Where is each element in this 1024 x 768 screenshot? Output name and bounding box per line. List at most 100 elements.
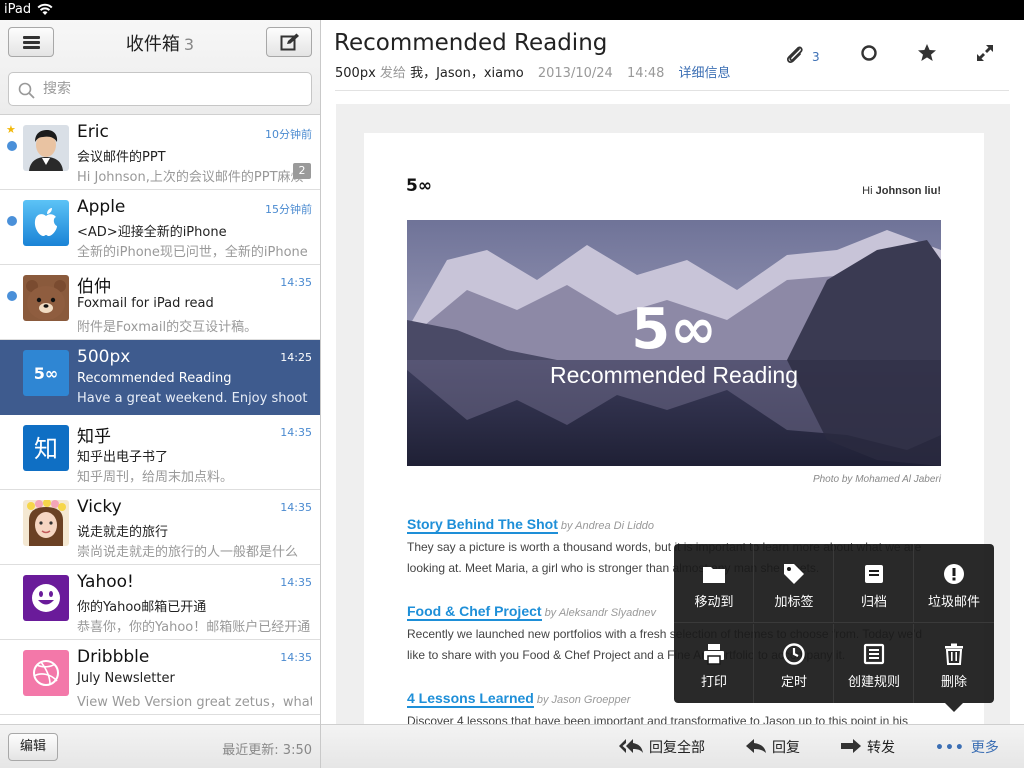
reply-all-icon [619, 739, 643, 753]
story-title-link[interactable]: 4 Lessons Learned [407, 691, 534, 708]
expand-icon[interactable] [975, 43, 995, 63]
menu-item-label: 垃圾邮件 [927, 595, 980, 610]
unread-toggle-icon[interactable] [859, 43, 879, 63]
avatar: 知 [23, 425, 69, 471]
avatar [23, 125, 69, 171]
header-divider [335, 90, 1009, 91]
email-time: 14:48 [626, 66, 665, 81]
story-title-link[interactable]: Food & Chef Project [407, 604, 542, 621]
more-icon: ••• [935, 740, 965, 756]
story-body: Discover 4 lessons that have been import… [407, 714, 908, 724]
compose-icon [280, 33, 299, 51]
mailbox-footer: 编辑 最近更新: 3:50 [0, 724, 320, 768]
message-row-vicky[interactable]: Vicky 14:35 说走就走的旅行 崇尚说走就走的旅行的人一般都是什么 [0, 490, 320, 565]
edit-button[interactable]: 编辑 [8, 733, 58, 761]
story-author: by Aleksandr Slyadnev [544, 607, 657, 619]
menu-item-label: 创建规则 [847, 675, 900, 690]
message-row-yahoo[interactable]: Yahoo! 14:35 你的Yahoo邮箱已开通 恭喜你，你的Yahoo！邮箱… [0, 565, 320, 640]
mailbox-header: 收件箱 3 [0, 20, 320, 115]
star-icon[interactable] [917, 43, 937, 63]
menu-item-create-rule[interactable]: 创建规则 [834, 624, 914, 703]
message-from: Apple [77, 197, 126, 217]
message-row-bozhong[interactable]: 伯仲 14:35 Foxmail for iPad read 附件是Foxmai… [0, 265, 320, 340]
reply-all-button[interactable]: 回复全部 [619, 737, 705, 757]
more-label: 更多 [970, 740, 999, 756]
message-row-dribbble[interactable]: Dribbble 14:35 July Newsletter View Web … [0, 640, 320, 715]
message-row-500px[interactable]: 5∞ 500px 14:25 Recommended Reading Have … [0, 340, 320, 415]
sent-to-label: 发给 [379, 66, 406, 81]
message-row-eric[interactable]: ★ Eric 10分钟前 会议邮件的PPT Hi Johnson,上次的会议邮件… [0, 115, 320, 190]
trash-icon [945, 643, 963, 665]
message-time: 10分钟前 [265, 128, 312, 141]
archive-icon [865, 565, 883, 583]
message-time: 14:35 [280, 426, 312, 439]
attachment-icon[interactable] [784, 43, 806, 65]
story-author: by Jason Groepper [536, 694, 631, 706]
message-preview: 附件是Foxmail的交互设计稿。 [77, 320, 258, 335]
message-subject: Recommended Reading [77, 371, 232, 386]
message-preview: 全新的iPhone现已问世，全新的iPhone [77, 245, 308, 260]
email-date: 2013/10/24 [537, 66, 613, 81]
greeting-name: Johnson liu! [875, 185, 941, 197]
wifi-icon [37, 3, 53, 15]
hero-image[interactable]: 5∞ Recommended Reading [407, 220, 941, 466]
message-from: 500px [77, 347, 131, 367]
hero-title: Recommended Reading [549, 362, 799, 388]
avatar: 5∞ [23, 350, 69, 396]
message-time: 14:35 [280, 576, 312, 589]
menu-item-print[interactable]: 打印 [674, 624, 754, 703]
attachment-count[interactable]: 3 [812, 50, 820, 64]
reply-button[interactable]: 回复 [746, 737, 800, 757]
svg-text:知: 知 [34, 435, 58, 463]
star-icon[interactable]: ★ [6, 123, 16, 136]
message-row-apple[interactable]: Apple 15分钟前 <AD>迎接全新的iPhone 全新的iPhone现已问… [0, 190, 320, 265]
inbox-label: 收件箱 [125, 34, 180, 55]
email-recipients[interactable]: 我，Jason，xiamo [410, 66, 524, 81]
unread-dot [7, 141, 17, 151]
thread-count-badge: 2 [293, 163, 311, 179]
menu-item-spam[interactable]: 垃圾邮件 [914, 544, 994, 623]
message-list: ★ Eric 10分钟前 会议邮件的PPT Hi Johnson,上次的会议邮件… [0, 115, 320, 725]
avatar [23, 500, 69, 546]
message-time: 14:35 [280, 276, 312, 289]
status-bar: iPad [0, 0, 1024, 20]
message-from: Vicky [77, 497, 122, 517]
menu-item-schedule[interactable]: 定时 [754, 624, 834, 703]
message-subject: <AD>迎接全新的iPhone [77, 225, 227, 240]
email-sender[interactable]: 500px [335, 66, 376, 81]
compose-button[interactable] [266, 27, 312, 57]
reply-icon [746, 739, 766, 753]
search-field[interactable] [8, 72, 312, 106]
greeting-prefix: Hi [862, 185, 876, 197]
message-from: 伯仲 [77, 277, 111, 297]
search-icon [18, 82, 35, 99]
menu-item-archive[interactable]: 归档 [834, 544, 914, 623]
message-subject: 说走就走的旅行 [77, 525, 169, 540]
forward-button[interactable]: 转发 [841, 737, 895, 757]
message-row-zhihu[interactable]: 知 知乎 14:35 知乎出电子书了 知乎周刊，给周末加点料。 [0, 415, 320, 490]
message-time: 14:35 [280, 651, 312, 664]
clock-icon [783, 643, 805, 665]
search-input[interactable] [43, 79, 303, 99]
more-button[interactable]: ••• 更多 [935, 737, 999, 757]
photo-credit: Photo by Mohamed Al Jaberi [812, 474, 941, 485]
svg-text:5∞: 5∞ [34, 364, 58, 383]
message-preview: 恭喜你，你的Yahoo！邮箱账户已经开通 [77, 620, 311, 635]
message-subject: 会议邮件的PPT [77, 150, 166, 165]
mailbox-pane: 收件箱3 ★ [0, 20, 321, 768]
menu-item-label: 定时 [780, 675, 807, 690]
story-title-link[interactable]: Story Behind The Shot [407, 517, 558, 534]
unread-dot [7, 216, 17, 226]
greeting: Hi Johnson liu! [862, 185, 941, 197]
message-from: Dribbble [77, 647, 150, 667]
menu-item-label: 加标签 [774, 595, 814, 610]
message-subject: 知乎出电子书了 [77, 450, 169, 465]
details-link[interactable]: 详细信息 [679, 66, 731, 81]
menu-item-label: 移动到 [694, 595, 734, 610]
message-preview: 知乎周刊，给周末加点料。 [77, 470, 234, 485]
menu-item-move[interactable]: 移动到 [674, 544, 754, 623]
menu-item-tag[interactable]: 加标签 [754, 544, 834, 623]
menu-item-delete[interactable]: 删除 [914, 624, 994, 703]
menu-pointer [945, 703, 963, 712]
500px-logo: 5∞ [406, 176, 432, 195]
